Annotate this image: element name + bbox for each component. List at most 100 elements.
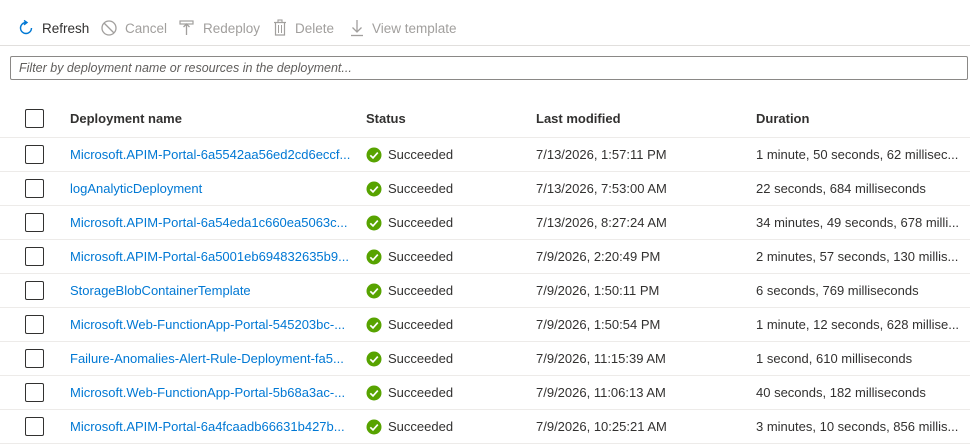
- success-check-icon: [366, 317, 382, 332]
- refresh-icon: [19, 19, 33, 35]
- column-header-duration[interactable]: Duration: [756, 99, 970, 138]
- table-row[interactable]: Failure-Anomalies-Alert-Rule-Deployment-…: [0, 341, 970, 376]
- delete-button[interactable]: Delete: [272, 14, 334, 42]
- deployments-table: Deployment name Status Last modified Dur…: [0, 99, 970, 444]
- status-label: Succeeded: [388, 351, 454, 366]
- success-check-icon: [366, 283, 382, 298]
- refresh-button[interactable]: Refresh: [17, 14, 89, 42]
- row-select-cell: [0, 137, 70, 172]
- cancel-icon: [101, 20, 117, 36]
- row-checkbox[interactable]: [25, 213, 44, 232]
- duration-cell: 34 minutes, 49 seconds, 678 milli...: [756, 205, 970, 240]
- success-check-icon: [366, 147, 382, 162]
- last-modified-cell: 7/13/2026, 8:27:24 AM: [536, 205, 756, 240]
- row-select-cell: [0, 171, 70, 206]
- table-row[interactable]: Microsoft.APIM-Portal-6a5001eb694832635b…: [0, 239, 970, 274]
- redeploy-icon: [179, 20, 194, 35]
- status-cell: Succeeded: [366, 351, 536, 367]
- select-all-checkbox[interactable]: [25, 108, 44, 128]
- duration-cell: 22 seconds, 684 milliseconds: [756, 171, 970, 206]
- column-header-deployment-name[interactable]: Deployment name: [70, 99, 366, 138]
- status-label: Succeeded: [388, 249, 454, 264]
- command-bar: Refresh Cancel Redeploy Delete View temp…: [0, 0, 970, 46]
- download-icon: [351, 20, 363, 37]
- filter-input[interactable]: Filter by deployment name or resources i…: [10, 56, 968, 80]
- row-select-cell: [0, 341, 70, 376]
- status-label: Succeeded: [388, 215, 454, 230]
- view-template-button[interactable]: View template: [349, 14, 457, 42]
- redeploy-button[interactable]: Redeploy: [178, 14, 260, 42]
- row-checkbox[interactable]: [25, 417, 44, 436]
- duration-cell: 2 minutes, 57 seconds, 130 millis...: [756, 239, 970, 274]
- row-select-cell: [0, 239, 70, 274]
- deployment-name-link[interactable]: Microsoft.APIM-Portal-6a4fcaadb66631b427…: [70, 419, 345, 434]
- status-cell: Succeeded: [366, 181, 536, 197]
- deployment-name-link[interactable]: logAnalyticDeployment: [70, 181, 202, 196]
- table-row[interactable]: Microsoft.APIM-Portal-6a54eda1c660ea5063…: [0, 205, 970, 240]
- table-row[interactable]: Microsoft.APIM-Portal-6a5542aa56ed2cd6ec…: [0, 137, 970, 172]
- cancel-button[interactable]: Cancel: [100, 14, 167, 42]
- success-check-icon: [366, 215, 382, 230]
- redeploy-label: Redeploy: [203, 20, 261, 36]
- row-select-cell: [0, 409, 70, 444]
- deployment-name-link[interactable]: Failure-Anomalies-Alert-Rule-Deployment-…: [70, 351, 344, 366]
- deployment-name-link[interactable]: Microsoft.Web-FunctionApp-Portal-545203b…: [70, 317, 345, 332]
- duration-cell: 1 second, 610 milliseconds: [756, 341, 970, 376]
- column-header-status[interactable]: Status: [366, 99, 536, 138]
- duration-cell: 1 minute, 50 seconds, 62 millisec...: [756, 137, 970, 172]
- table-row[interactable]: Microsoft.Web-FunctionApp-Portal-5b68a3a…: [0, 375, 970, 410]
- row-select-cell: [0, 375, 70, 410]
- success-check-icon: [366, 351, 382, 366]
- success-check-icon: [366, 419, 382, 434]
- status-label: Succeeded: [388, 419, 454, 434]
- status-cell: Succeeded: [366, 215, 536, 231]
- status-cell: Succeeded: [366, 249, 536, 265]
- success-check-icon: [366, 385, 382, 400]
- last-modified-cell: 7/9/2026, 1:50:11 PM: [536, 273, 756, 308]
- status-label: Succeeded: [388, 283, 454, 298]
- last-modified-cell: 7/13/2026, 1:57:11 PM: [536, 137, 756, 172]
- row-checkbox[interactable]: [25, 383, 44, 402]
- status-label: Succeeded: [388, 181, 454, 196]
- last-modified-cell: 7/9/2026, 2:20:49 PM: [536, 239, 756, 274]
- table-header-row: Deployment name Status Last modified Dur…: [0, 99, 970, 138]
- delete-label: Delete: [295, 20, 335, 36]
- row-checkbox[interactable]: [25, 349, 44, 368]
- deployment-name-link[interactable]: Microsoft.APIM-Portal-6a5001eb694832635b…: [70, 249, 349, 264]
- view-template-label: View template: [372, 20, 457, 36]
- success-check-icon: [366, 181, 382, 196]
- table-row[interactable]: StorageBlobContainerTemplate Succeeded 7/9…: [0, 273, 970, 308]
- last-modified-cell: 7/9/2026, 10:25:21 AM: [536, 409, 756, 444]
- cancel-label: Cancel: [125, 20, 168, 36]
- status-label: Succeeded: [388, 147, 454, 162]
- duration-cell: 6 seconds, 769 milliseconds: [756, 273, 970, 308]
- row-select-cell: [0, 205, 70, 240]
- row-checkbox[interactable]: [25, 179, 44, 198]
- deployment-name-link[interactable]: Microsoft.APIM-Portal-6a54eda1c660ea5063…: [70, 215, 348, 230]
- table-row[interactable]: logAnalyticDeployment Succeeded 7/13/2026,…: [0, 171, 970, 206]
- status-cell: Succeeded: [366, 385, 536, 401]
- row-checkbox[interactable]: [25, 315, 44, 334]
- deployment-name-link[interactable]: Microsoft.APIM-Portal-6a5542aa56ed2cd6ec…: [70, 147, 350, 162]
- last-modified-cell: 7/9/2026, 11:06:13 AM: [536, 375, 756, 410]
- duration-cell: 1 minute, 12 seconds, 628 millise...: [756, 307, 970, 342]
- delete-icon: [274, 19, 286, 36]
- row-checkbox[interactable]: [25, 145, 44, 164]
- row-select-cell: [0, 307, 70, 342]
- table-row[interactable]: Microsoft.Web-FunctionApp-Portal-545203b…: [0, 307, 970, 342]
- status-label: Succeeded: [388, 385, 454, 400]
- last-modified-cell: 7/13/2026, 7:53:00 AM: [536, 171, 756, 206]
- row-checkbox[interactable]: [25, 281, 44, 300]
- last-modified-cell: 7/9/2026, 11:15:39 AM: [536, 341, 756, 376]
- deployment-name-link[interactable]: StorageBlobContainerTemplate: [70, 283, 251, 298]
- table-row[interactable]: Microsoft.APIM-Portal-6a4fcaadb66631b427…: [0, 409, 970, 444]
- row-select-cell: [0, 273, 70, 308]
- duration-cell: 3 minutes, 10 seconds, 856 millis...: [756, 409, 970, 444]
- row-checkbox[interactable]: [25, 247, 44, 266]
- duration-cell: 40 seconds, 182 milliseconds: [756, 375, 970, 410]
- success-check-icon: [366, 249, 382, 264]
- column-header-last-modified[interactable]: Last modified: [536, 99, 756, 138]
- deployment-name-link[interactable]: Microsoft.Web-FunctionApp-Portal-5b68a3a…: [70, 385, 345, 400]
- status-cell: Succeeded: [366, 147, 536, 163]
- status-cell: Succeeded: [366, 283, 536, 299]
